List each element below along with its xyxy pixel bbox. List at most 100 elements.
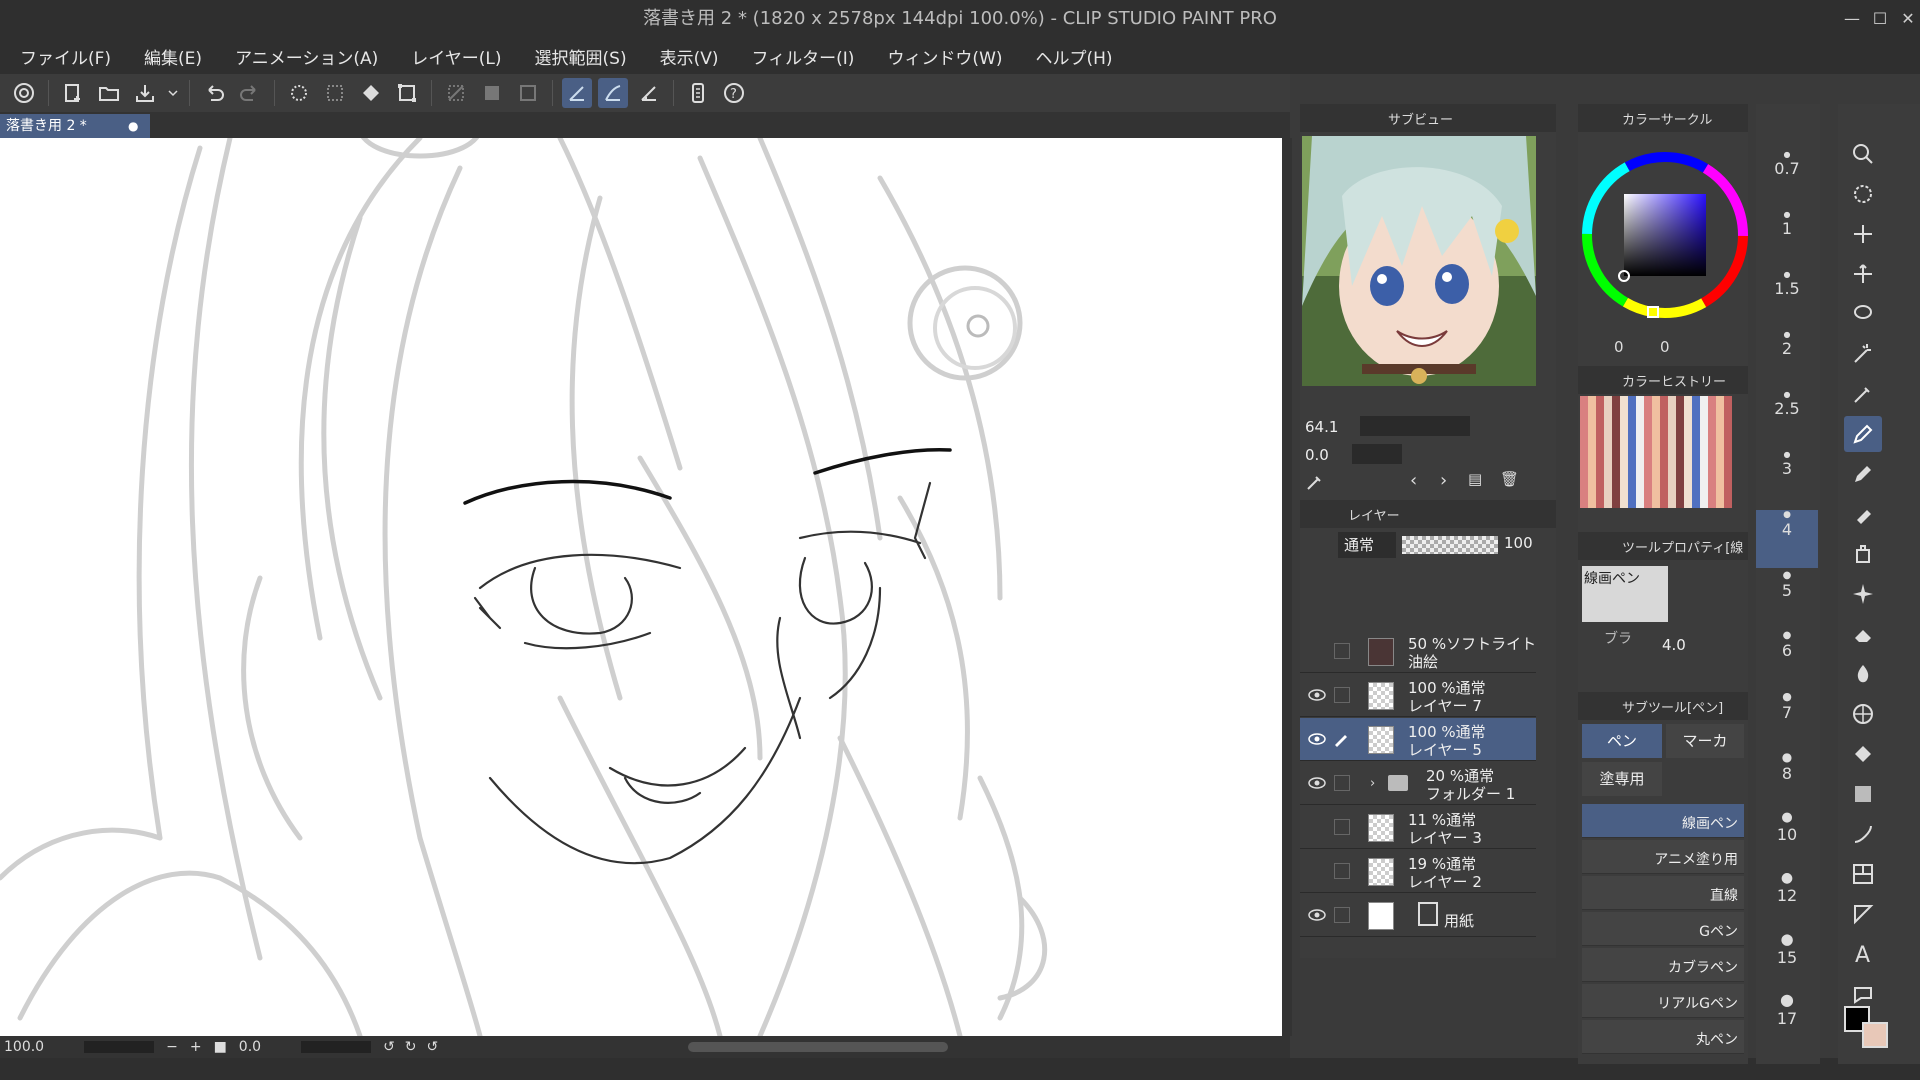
eye-icon[interactable]	[1308, 730, 1326, 748]
brush-size-option[interactable]: ● 3	[1756, 450, 1818, 508]
decoration-tool-icon[interactable]	[1844, 576, 1882, 612]
brush-size-option[interactable]: ● 6	[1756, 630, 1818, 688]
brush-item[interactable]: 直線	[1582, 876, 1744, 910]
fit-icon[interactable]: ■	[214, 1039, 227, 1055]
menu-view[interactable]: 表示(V)	[640, 44, 732, 69]
vertical-scrollbar[interactable]	[1282, 138, 1292, 1036]
sub-tool-tab-marker[interactable]: マーカ	[1666, 724, 1744, 758]
brush-size-option[interactable]: ● 2	[1756, 330, 1818, 388]
open-file-icon[interactable]	[94, 78, 124, 108]
zoom-value[interactable]: 100.0	[4, 1039, 44, 1055]
layer-row[interactable]: 50 %ソフトライト 油絵	[1300, 630, 1536, 673]
layer-lock-box[interactable]	[1334, 863, 1350, 879]
chevron-down-icon[interactable]	[166, 78, 180, 108]
sub-tool-label[interactable]: サブツール[ペン]	[1622, 697, 1723, 716]
clear-icon[interactable]	[284, 78, 314, 108]
brush-item[interactable]: アニメ塗り用	[1582, 840, 1744, 874]
layer-lock-box[interactable]	[1334, 687, 1350, 703]
zoom-out-icon[interactable]: −	[166, 1039, 178, 1055]
brush-size-option[interactable]: ● 1	[1756, 210, 1818, 268]
rotate-right-icon[interactable]: ↻	[405, 1039, 417, 1055]
sub-color-swatch[interactable]	[1862, 1022, 1888, 1048]
layer-tab[interactable]: レイヤー	[1348, 505, 1400, 524]
menu-help[interactable]: ヘルプ(H)	[1016, 44, 1126, 69]
delete-image-icon[interactable]: 🗑	[1500, 470, 1519, 488]
brush-size-option[interactable]: ● 5	[1756, 570, 1818, 628]
menu-file[interactable]: ファイル(F)	[0, 44, 124, 69]
tool-property-label[interactable]: ツールプロパティ[線	[1622, 537, 1743, 556]
brush-size-option[interactable]: ● 8	[1756, 750, 1818, 808]
eye-icon[interactable]	[1308, 906, 1326, 924]
brush-item[interactable]: カブラペン	[1582, 948, 1744, 982]
brush-size-option[interactable]: ● 10	[1756, 810, 1818, 868]
move-tool-icon[interactable]	[1844, 256, 1882, 292]
text-tool-icon[interactable]: A	[1844, 936, 1882, 972]
figure-tool-icon[interactable]	[1844, 816, 1882, 852]
subview-tab[interactable]: サブビュー	[1388, 109, 1453, 128]
invert-selection-icon[interactable]	[477, 78, 507, 108]
sub-tool-tab-fill[interactable]: 塗専用	[1582, 762, 1662, 796]
canvas[interactable]	[0, 138, 1282, 1036]
close-icon[interactable]: ✕	[1890, 0, 1920, 38]
pen-tool-icon[interactable]	[1844, 416, 1882, 452]
snap-ruler-icon[interactable]	[562, 78, 592, 108]
brush-item[interactable]: 線画ペン	[1582, 804, 1744, 838]
lasso-tool-icon[interactable]	[1844, 296, 1882, 332]
blend-mode-select[interactable]: 通常	[1338, 532, 1396, 558]
fill-icon[interactable]	[356, 78, 386, 108]
color-history-grid[interactable]	[1580, 396, 1732, 508]
color-wheel[interactable]	[1580, 150, 1750, 324]
airbrush-tool-icon[interactable]	[1844, 536, 1882, 572]
layer-row[interactable]: 11 %通常 レイヤー 3	[1300, 806, 1536, 849]
brush-size-option[interactable]: ● 2.5	[1756, 390, 1818, 448]
subview-zoom-slider[interactable]	[1360, 416, 1470, 436]
brush-item[interactable]: Gペン	[1582, 912, 1744, 946]
horizontal-scrollbar[interactable]	[688, 1042, 949, 1052]
redo-icon[interactable]	[235, 78, 265, 108]
subview-rotation-slider[interactable]	[1352, 444, 1402, 464]
pencil-tool-icon[interactable]	[1844, 456, 1882, 492]
fill-tool-icon[interactable]	[1844, 736, 1882, 772]
blend-tool-icon[interactable]	[1844, 656, 1882, 692]
eyedropper-icon[interactable]	[1305, 472, 1325, 492]
frame-tool-icon[interactable]	[1844, 856, 1882, 892]
menu-filter[interactable]: フィルター(I)	[731, 44, 867, 69]
eye-icon[interactable]	[1308, 686, 1326, 704]
snap-special-ruler-icon[interactable]	[598, 78, 628, 108]
brush-item[interactable]: リアルGペン	[1582, 984, 1744, 1018]
prev-image-icon[interactable]: ‹	[1410, 470, 1417, 491]
menu-edit[interactable]: 編集(E)	[124, 44, 215, 69]
show-selection-icon[interactable]	[513, 78, 543, 108]
menu-selection[interactable]: 選択範囲(S)	[515, 44, 640, 69]
zoom-in-icon[interactable]: +	[190, 1039, 202, 1055]
brush-size-option[interactable]: ● 17	[1756, 990, 1818, 1048]
opacity-slider[interactable]	[1402, 536, 1498, 554]
layer-lock-box[interactable]	[1334, 643, 1350, 659]
rotation-value[interactable]: 0.0	[239, 1039, 261, 1055]
help-icon[interactable]: ?	[719, 78, 749, 108]
layer-lock-box[interactable]	[1334, 819, 1350, 835]
brush-size-option[interactable]: ● 15	[1756, 930, 1818, 988]
next-image-icon[interactable]: ›	[1440, 470, 1447, 491]
ruler-tool-icon[interactable]	[1844, 896, 1882, 932]
brush-size-option[interactable]: ● 0.7	[1756, 150, 1818, 208]
save-icon[interactable]	[130, 78, 160, 108]
pen-icon[interactable]	[1332, 730, 1350, 752]
color-circle-label[interactable]: カラーサークル	[1622, 109, 1712, 128]
layer-move-icon[interactable]	[1844, 216, 1882, 252]
layer-row[interactable]: 100 %通常 レイヤー 7	[1300, 674, 1536, 717]
sub-tool-tab-pen[interactable]: ペン	[1582, 724, 1662, 758]
brush-size-option[interactable]: ● 1.5	[1756, 270, 1818, 328]
subview-zoom-value[interactable]: 64.1	[1305, 418, 1338, 436]
grid-tool-icon[interactable]	[1844, 696, 1882, 732]
opacity-value[interactable]: 100	[1504, 534, 1533, 552]
new-file-icon[interactable]	[58, 78, 88, 108]
gradient-tool-icon[interactable]	[1844, 776, 1882, 812]
undo-icon[interactable]	[199, 78, 229, 108]
menu-animation[interactable]: アニメーション(A)	[215, 44, 391, 69]
layer-lock-box[interactable]	[1334, 775, 1350, 791]
zoom-tool-icon[interactable]	[1844, 136, 1882, 172]
brush-size-option[interactable]: ● 7	[1756, 690, 1818, 748]
rotation-slider[interactable]	[301, 1041, 372, 1053]
layer-lock-box[interactable]	[1334, 907, 1350, 923]
